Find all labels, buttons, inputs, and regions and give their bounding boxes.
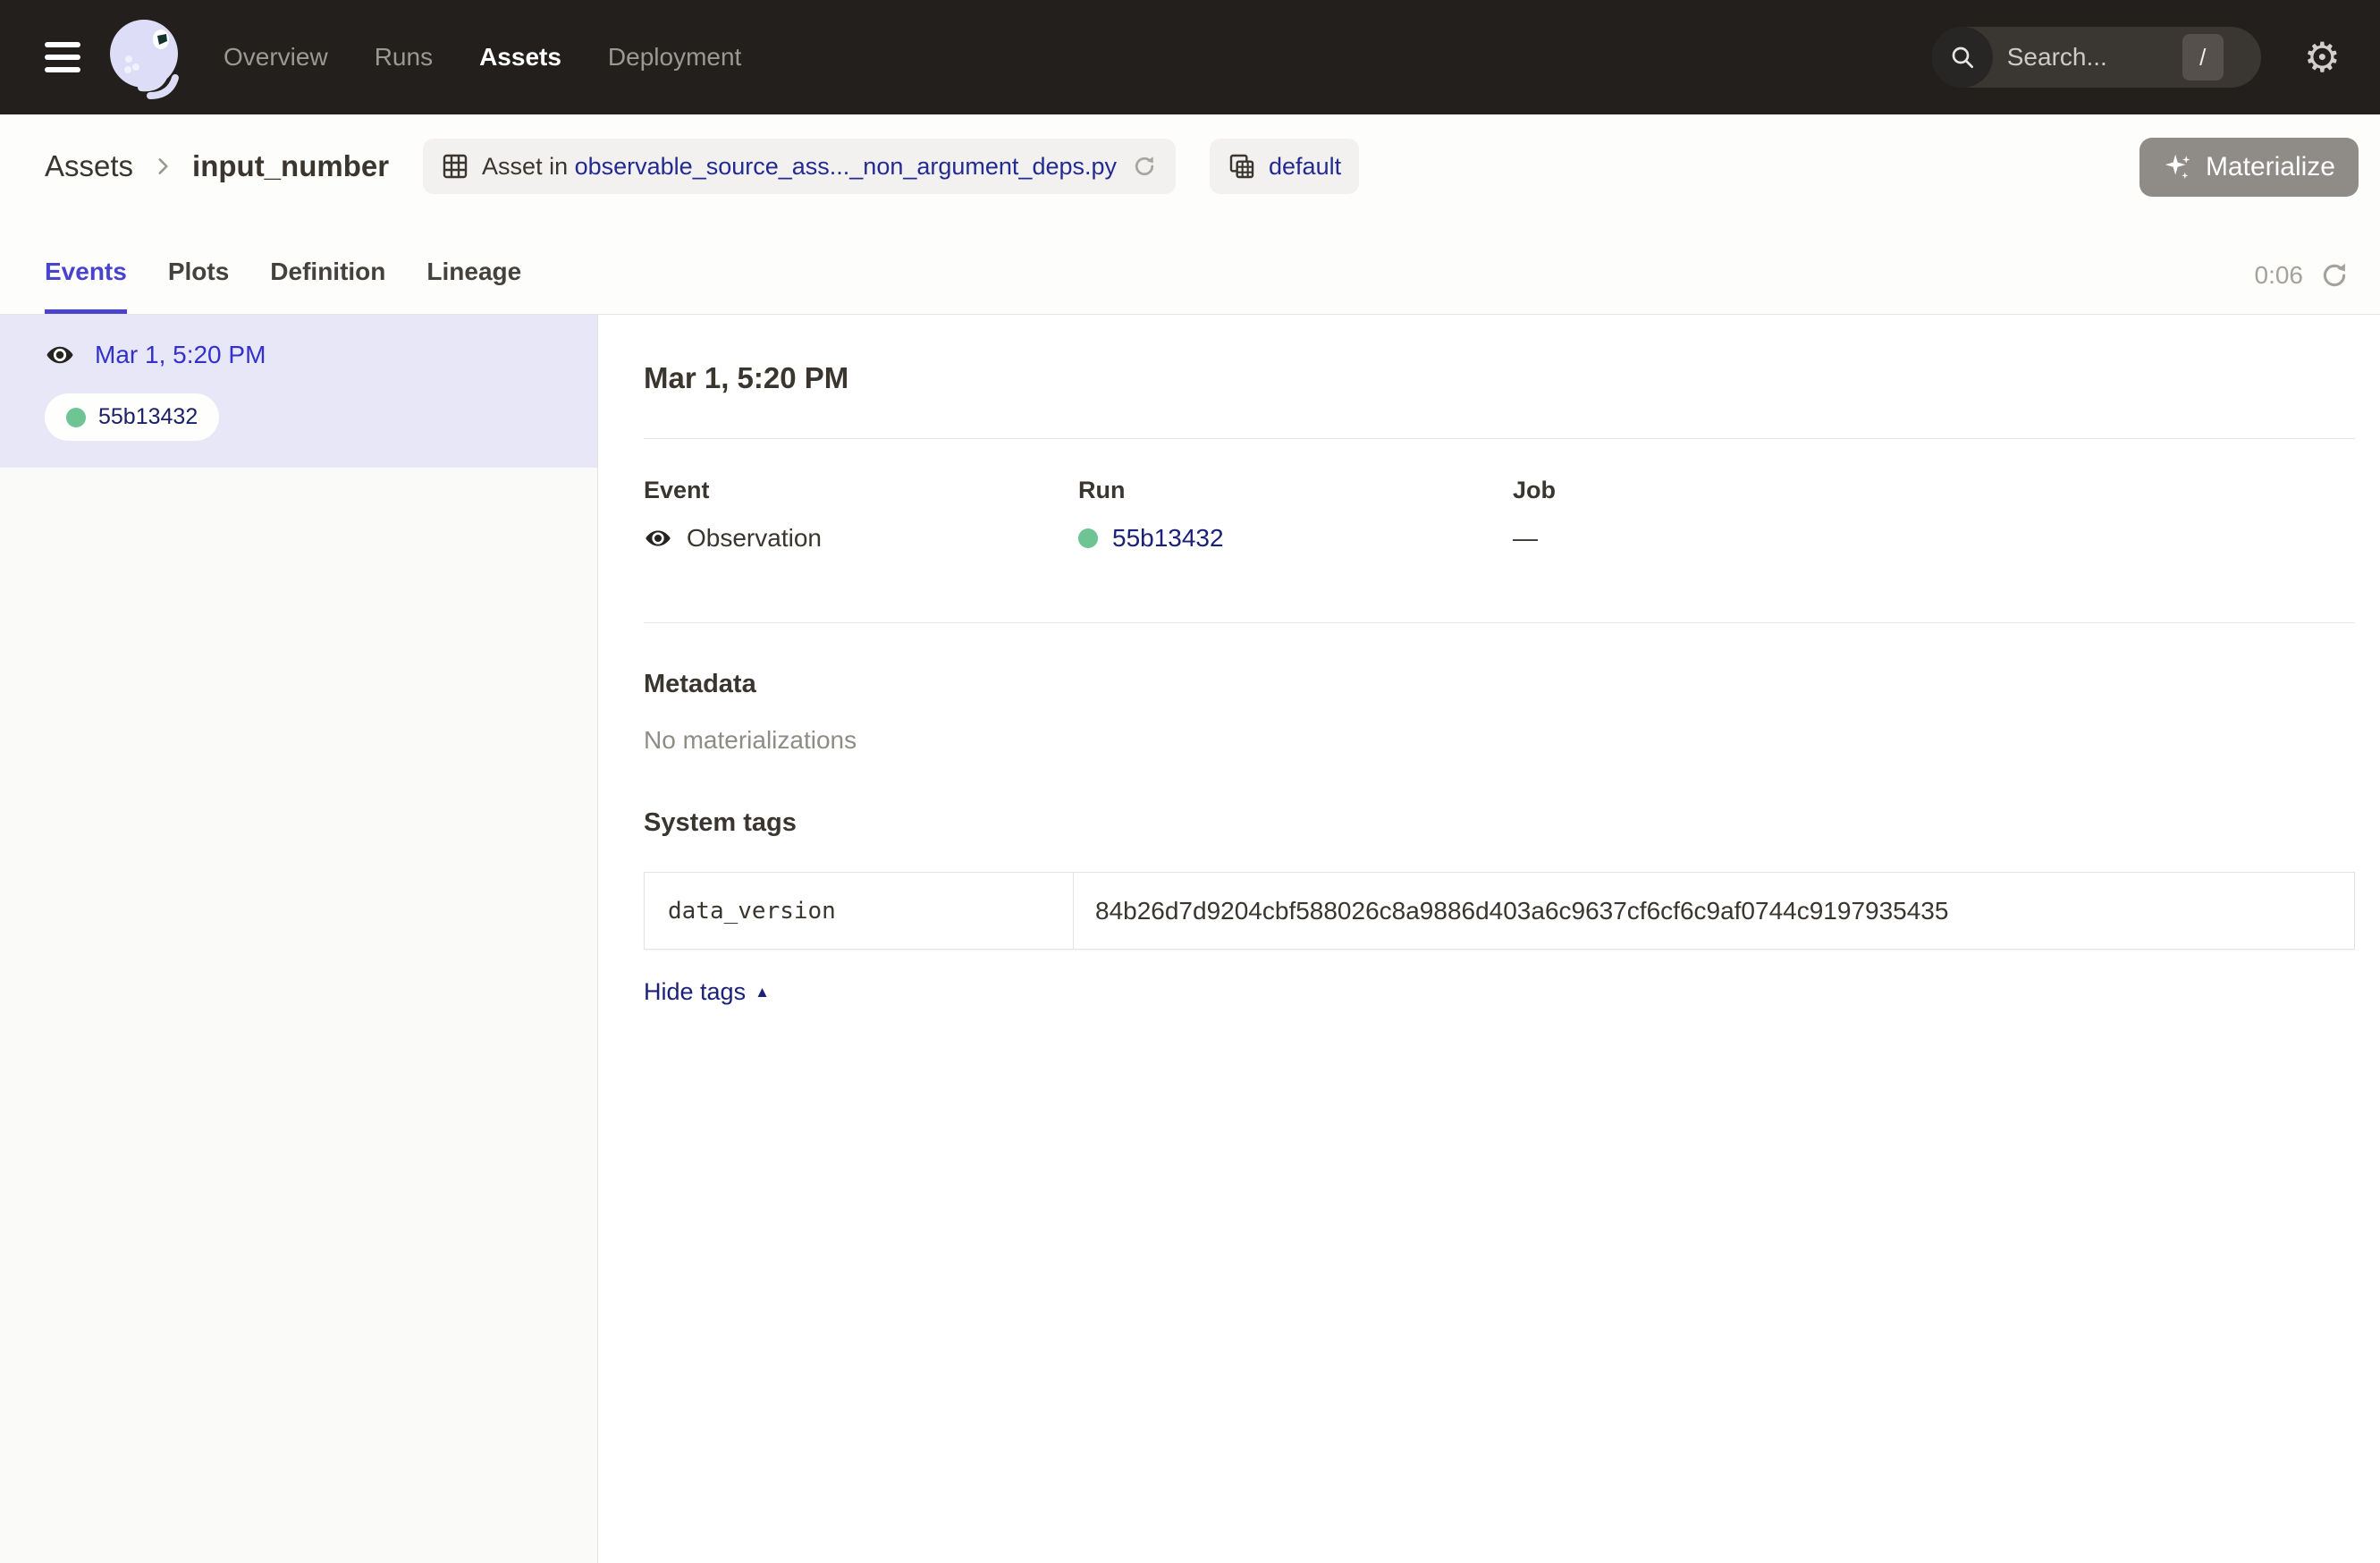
primary-nav: Overview Runs Assets Deployment [224, 43, 741, 72]
nav-item-assets[interactable]: Assets [479, 43, 561, 72]
event-column-label: Event [644, 477, 1078, 504]
breadcrumb: Assets input_number Asset in observable_… [45, 134, 2364, 199]
asset-chip-prefix: Asset in [482, 153, 568, 180]
caret-up-icon: ▲ [755, 984, 770, 1001]
event-column: Event Observation [644, 477, 1078, 553]
nav-item-deployment[interactable]: Deployment [608, 43, 741, 72]
tag-key-cell: data_version [645, 873, 1074, 950]
observation-eye-icon [45, 340, 75, 370]
no-materializations-text: No materializations [644, 726, 2355, 755]
search-shortcut-key: / [2182, 34, 2224, 80]
run-id-label: 55b13432 [98, 404, 198, 430]
top-navigation: Overview Runs Assets Deployment / ⚙ [0, 0, 2380, 114]
hide-tags-label: Hide tags [644, 978, 746, 1006]
hide-tags-link[interactable]: Hide tags ▲ [644, 978, 770, 1006]
dagster-logo-icon[interactable] [102, 13, 191, 102]
divider [644, 622, 2355, 623]
tab-lineage[interactable]: Lineage [426, 258, 521, 314]
run-column-label: Run [1078, 477, 1513, 504]
tab-events[interactable]: Events [45, 258, 127, 314]
event-detail-panel: Mar 1, 5:20 PM Event Observation [598, 315, 2380, 1563]
asset-table-icon [441, 152, 469, 181]
refresh-icon[interactable] [2319, 260, 2350, 291]
tab-definition[interactable]: Definition [270, 258, 385, 314]
copies-icon [1228, 152, 1256, 181]
system-tags-heading: System tags [644, 808, 2355, 838]
table-row: data_version 84b26d7d9204cbf588026c8a988… [645, 873, 2355, 950]
chevron-right-icon [151, 155, 174, 178]
job-column-label: Job [1513, 477, 1947, 504]
nav-item-overview[interactable]: Overview [224, 43, 328, 72]
event-list-item[interactable]: Mar 1, 5:20 PM 55b13432 [0, 315, 597, 468]
code-location-chip: default [1210, 139, 1359, 194]
job-column: Job — [1513, 477, 1947, 553]
asset-definition-chip: Asset in observable_source_ass..._non_ar… [423, 139, 1176, 194]
run-column: Run 55b13432 [1078, 477, 1513, 553]
event-title: Mar 1, 5:20 PM [644, 361, 2355, 395]
sparkle-icon [2163, 152, 2193, 182]
refresh-countdown: 0:06 [2255, 261, 2304, 290]
tag-value-cell: 84b26d7d9204cbf588026c8a9886d403a6c9637c… [1074, 873, 2355, 950]
gear-icon[interactable]: ⚙ [2304, 37, 2341, 78]
search-box[interactable]: / [1932, 27, 2261, 88]
breadcrumb-assets-link[interactable]: Assets [45, 149, 133, 183]
code-location-link[interactable]: default [1269, 153, 1341, 180]
materialize-button[interactable]: Materialize [2139, 138, 2359, 197]
asset-name: input_number [192, 149, 389, 183]
run-tag[interactable]: 55b13432 [45, 393, 219, 441]
reload-definition-icon[interactable] [1131, 153, 1158, 180]
event-list-sidebar: Mar 1, 5:20 PM 55b13432 [0, 315, 598, 1563]
materialize-label: Materialize [2206, 152, 2335, 182]
search-input[interactable] [2007, 43, 2177, 72]
metadata-heading: Metadata [644, 670, 2355, 699]
tabs-bar: Events Plots Definition Lineage 0:06 [0, 200, 2380, 315]
run-status-dot [1078, 528, 1098, 548]
system-tags-table: data_version 84b26d7d9204cbf588026c8a988… [644, 872, 2355, 950]
run-status-dot [66, 408, 86, 427]
asset-definition-link[interactable]: observable_source_ass..._non_argument_de… [575, 153, 1117, 180]
tab-plots[interactable]: Plots [168, 258, 229, 314]
search-icon [1932, 27, 1993, 88]
menu-icon[interactable] [45, 42, 80, 72]
nav-item-runs[interactable]: Runs [375, 43, 433, 72]
divider [644, 438, 2355, 439]
event-timestamp-link[interactable]: Mar 1, 5:20 PM [95, 341, 266, 369]
observation-eye-icon [644, 524, 672, 553]
run-id-link[interactable]: 55b13432 [1112, 524, 1224, 553]
job-empty-value: — [1513, 524, 1538, 553]
event-type-value: Observation [687, 524, 822, 553]
